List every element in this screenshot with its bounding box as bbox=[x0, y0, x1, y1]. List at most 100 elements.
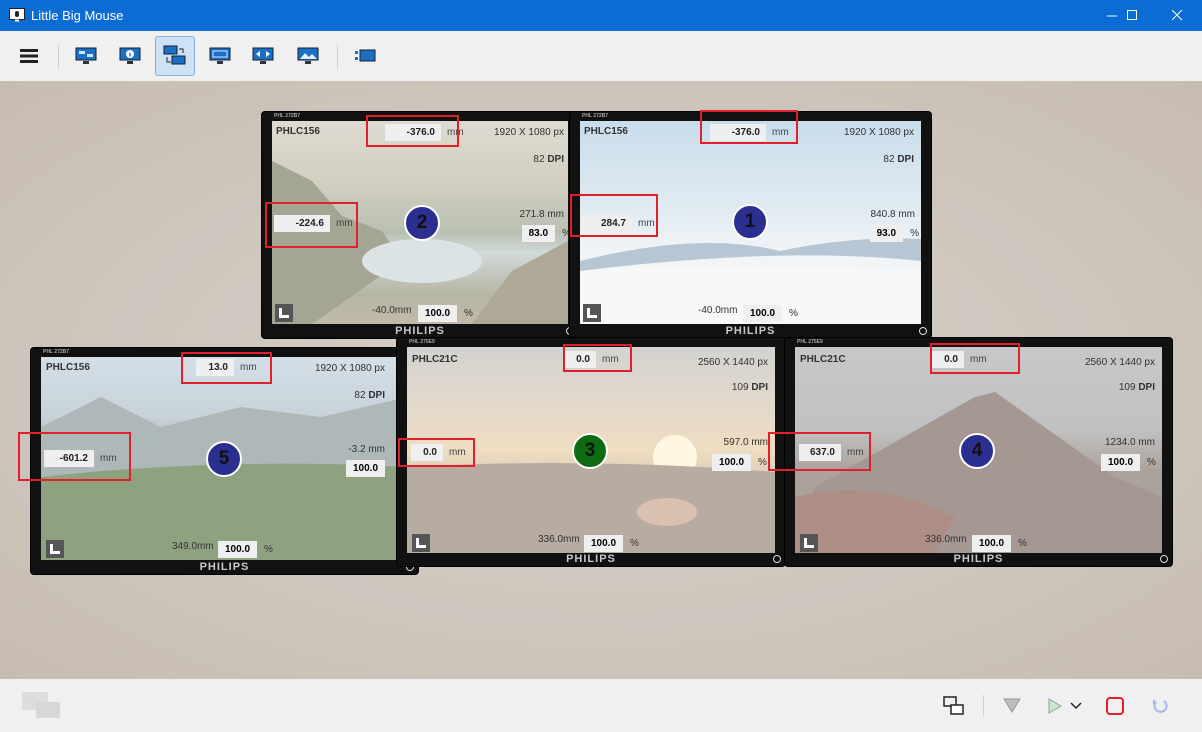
corner-anchor-icon[interactable] bbox=[412, 534, 430, 552]
monitor-3[interactable]: PHL 275E9 PHLC21C 2560 X 1440 px 109 DPI… bbox=[397, 338, 785, 566]
top-offset-field[interactable]: -376.0 mm bbox=[710, 124, 789, 141]
right-ratio-input[interactable]: 100.0 bbox=[1101, 454, 1141, 471]
layout-view-button[interactable] bbox=[155, 36, 195, 76]
bottom-ratio-input[interactable]: 100.0 bbox=[743, 305, 783, 322]
bottom-ratio-field[interactable]: 100.0% bbox=[418, 305, 473, 322]
corner-anchor-icon[interactable] bbox=[275, 304, 293, 322]
right-ratio-input[interactable]: 93.0 bbox=[869, 225, 904, 242]
monitor-4[interactable]: PHL 275E9 PHLC21C 2560 X 1440 px 109 DPI… bbox=[785, 338, 1172, 566]
top-offset-field[interactable]: 0.0 mm bbox=[932, 351, 987, 368]
corner-anchor-icon[interactable] bbox=[583, 304, 601, 322]
right-ratio-input[interactable]: 100.0 bbox=[712, 454, 752, 471]
bottom-ratio-input[interactable]: 100.0 bbox=[218, 541, 258, 558]
copy-layout-button[interactable] bbox=[939, 691, 969, 721]
bottom-size-mm: 349.0mm bbox=[172, 541, 214, 552]
stop-button[interactable] bbox=[1100, 691, 1130, 721]
top-offset-field[interactable]: 0.0 mm bbox=[564, 351, 619, 368]
filter-button[interactable] bbox=[997, 691, 1027, 721]
left-offset-input[interactable]: -224.6 bbox=[274, 215, 330, 232]
monitor-5[interactable]: PHL 272B7 PHLC156 1920 X 1080 px 82 DPI … bbox=[31, 348, 418, 574]
unit-label: mm bbox=[970, 354, 987, 365]
menu-button[interactable] bbox=[9, 36, 49, 76]
monitor-model-tag: PHL 272B7 bbox=[43, 349, 70, 355]
undo-icon bbox=[1153, 699, 1168, 713]
right-ratio-field[interactable]: 100.0 bbox=[346, 460, 386, 477]
start-options-dropdown[interactable] bbox=[1066, 691, 1086, 721]
percent-label: % bbox=[910, 228, 919, 239]
monitor-number-badge[interactable]: 3 bbox=[572, 433, 608, 469]
wallpaper-view-button[interactable] bbox=[288, 36, 328, 76]
dropdown-chevron-icon bbox=[1070, 702, 1082, 710]
location-view-button[interactable] bbox=[66, 36, 106, 76]
monitor-dpi: 109 DPI bbox=[1119, 382, 1155, 393]
percent-label: % bbox=[1147, 457, 1156, 468]
top-offset-field[interactable]: -376.0 mm bbox=[385, 124, 464, 141]
close-button[interactable] bbox=[1155, 0, 1199, 31]
dpi-value: 109 bbox=[1118, 382, 1136, 393]
monitor-dpi: 82 DPI bbox=[883, 154, 914, 165]
bottom-ratio-field[interactable]: 100.0% bbox=[218, 541, 273, 558]
left-offset-field[interactable]: -601.2 mm bbox=[44, 450, 117, 467]
bottom-ratio-input[interactable]: 100.0 bbox=[584, 535, 624, 552]
left-offset-input[interactable]: 0.0 bbox=[411, 444, 443, 461]
monitor-resolution: 1920 X 1080 px bbox=[843, 127, 914, 138]
corner-anchor-icon[interactable] bbox=[46, 540, 64, 558]
right-ratio-field[interactable]: 100.0% bbox=[712, 454, 767, 471]
monitor-number-badge[interactable]: 4 bbox=[959, 433, 995, 469]
undo-button[interactable] bbox=[1145, 691, 1175, 721]
size-view-button[interactable] bbox=[200, 36, 240, 76]
bottom-ratio-field[interactable]: 100.0% bbox=[584, 535, 639, 552]
monitor-model-tag: PHL 272B7 bbox=[274, 113, 301, 119]
bottom-ratio-field[interactable]: 100.0% bbox=[743, 305, 798, 322]
bottom-ratio-input[interactable]: 100.0 bbox=[418, 305, 458, 322]
right-ratio-input[interactable]: 83.0 bbox=[521, 225, 556, 242]
unit-label: mm bbox=[240, 362, 257, 373]
layout-view-icon bbox=[163, 45, 186, 65]
right-ratio-field[interactable]: 93.0% bbox=[869, 225, 919, 242]
left-offset-field[interactable]: -224.6 mm bbox=[274, 215, 353, 232]
list-view-button[interactable] bbox=[345, 36, 385, 76]
top-offset-input[interactable]: 0.0 bbox=[564, 351, 596, 368]
top-offset-input[interactable]: -376.0 bbox=[710, 124, 766, 141]
top-offset-field[interactable]: 13.0 mm bbox=[196, 359, 257, 376]
border-view-button[interactable] bbox=[243, 36, 283, 76]
bottom-size-mm: 336.0mm bbox=[538, 534, 580, 545]
monitor-resolution: 2560 X 1440 px bbox=[1084, 357, 1155, 368]
monitor-number-badge[interactable]: 5 bbox=[206, 441, 242, 477]
right-size-mm: 597.0 mm bbox=[723, 437, 768, 448]
info-view-button[interactable] bbox=[110, 36, 150, 76]
app-mouse-icon bbox=[9, 8, 25, 22]
bottom-ratio-field[interactable]: 100.0% bbox=[972, 535, 1027, 552]
monitor-model-tag: PHL 275E9 bbox=[409, 339, 435, 345]
bottom-bar bbox=[0, 679, 1202, 732]
right-size-mm: 271.8 mm bbox=[519, 209, 564, 220]
right-ratio-field[interactable]: 100.0% bbox=[1101, 454, 1156, 471]
right-ratio-input[interactable]: 100.0 bbox=[346, 460, 386, 477]
left-offset-field[interactable]: 0.0 mm bbox=[411, 444, 466, 461]
left-offset-field[interactable]: 637.0 mm bbox=[799, 444, 864, 461]
monitor-1[interactable]: PHL 272B7 PHLC156 1920 X 1080 px 82 DPI … bbox=[570, 112, 931, 338]
left-offset-input[interactable]: 637.0 bbox=[799, 444, 841, 461]
monitor-dpi: 82 DPI bbox=[533, 154, 564, 165]
left-offset-field[interactable]: 284.7 mm bbox=[582, 215, 655, 232]
monitor-2[interactable]: PHL 272B7 PHLC156 1920 X 1080 px 82 DPI … bbox=[262, 112, 578, 338]
top-offset-input[interactable]: 13.0 bbox=[196, 359, 234, 376]
left-offset-input[interactable]: -601.2 bbox=[44, 450, 94, 467]
monitor-model: PHLC21C bbox=[800, 354, 846, 365]
corner-anchor-icon[interactable] bbox=[800, 534, 818, 552]
bottom-ratio-input[interactable]: 100.0 bbox=[972, 535, 1012, 552]
top-offset-input[interactable]: 0.0 bbox=[932, 351, 964, 368]
dpi-value: 82 bbox=[533, 154, 545, 165]
maximize-button[interactable] bbox=[1110, 0, 1154, 31]
unit-label: mm bbox=[336, 218, 353, 229]
right-ratio-field[interactable]: 83.0% bbox=[521, 225, 571, 242]
wallpaper-view-icon bbox=[297, 47, 319, 64]
top-offset-input[interactable]: -376.0 bbox=[385, 124, 441, 141]
left-offset-input[interactable]: 284.7 bbox=[582, 215, 632, 232]
monitor-model: PHLC156 bbox=[584, 126, 628, 137]
monitor-number-badge[interactable]: 1 bbox=[732, 204, 768, 240]
bottom-size-mm: -40.0mm bbox=[698, 305, 738, 316]
monitor-number-badge[interactable]: 2 bbox=[404, 205, 440, 241]
info-view-icon bbox=[119, 47, 141, 64]
power-icon bbox=[919, 327, 927, 335]
